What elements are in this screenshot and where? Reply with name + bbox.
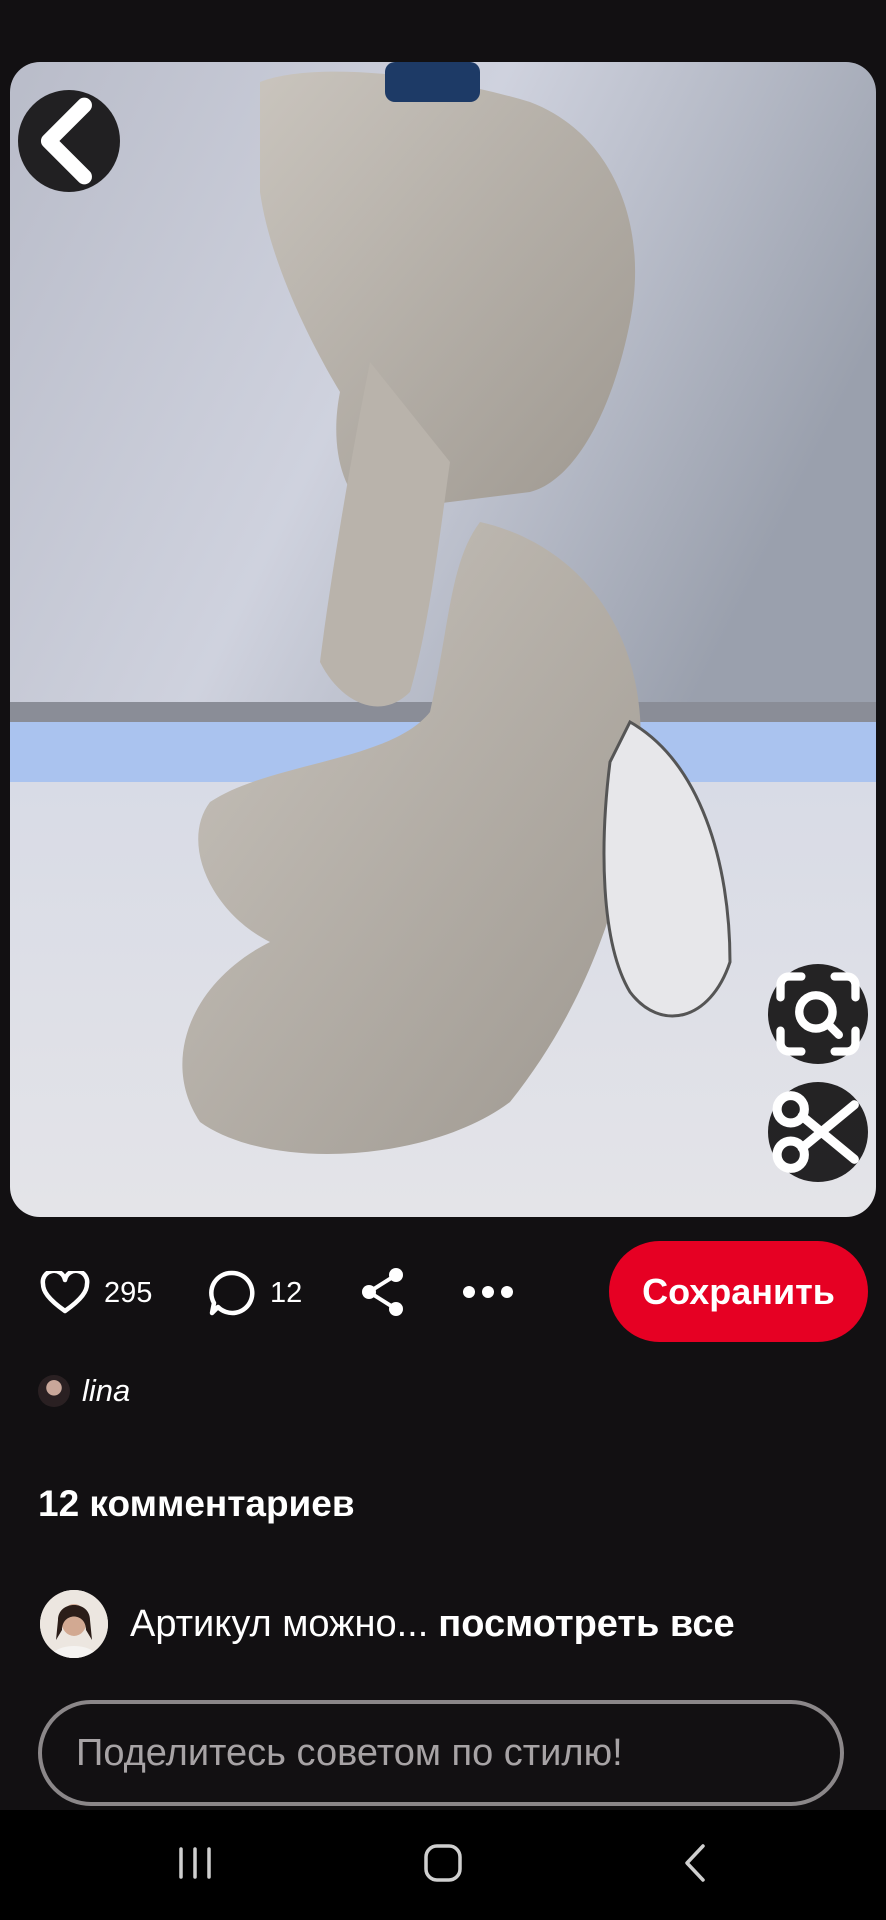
more-options-button[interactable]: [462, 1280, 514, 1304]
recents-icon: [179, 1846, 211, 1879]
save-button[interactable]: Сохранить: [609, 1241, 868, 1342]
see-all-comments-link[interactable]: посмотреть все: [438, 1603, 734, 1646]
visual-search-icon: [776, 972, 860, 1056]
share-icon: [362, 1268, 403, 1316]
comment-count: 12: [270, 1276, 303, 1309]
pin-photo: [10, 62, 876, 1217]
scissors-icon: [772, 1091, 859, 1173]
author[interactable]: lina: [38, 1373, 130, 1409]
speech-bubble-icon: [209, 1270, 255, 1316]
author-name: lina: [82, 1373, 131, 1408]
share-button[interactable]: [360, 1266, 406, 1318]
author-avatar: [38, 1375, 70, 1407]
comment-preview[interactable]: Артикул можно... посмотреть все: [40, 1590, 735, 1658]
system-back-button[interactable]: [665, 1835, 725, 1890]
comments-title: 12 комментариев: [38, 1483, 355, 1524]
cutout-button[interactable]: [768, 1082, 868, 1182]
visual-search-button[interactable]: [768, 964, 868, 1064]
comment-text: Артикул можно...: [130, 1602, 429, 1645]
comment-button[interactable]: 12: [208, 1265, 302, 1321]
heart-icon: [40, 1271, 90, 1314]
commenter-avatar: [40, 1590, 108, 1658]
pin-image[interactable]: [10, 62, 876, 1217]
like-count: 295: [104, 1276, 153, 1309]
back-button[interactable]: [18, 90, 120, 192]
style-tip-input[interactable]: Поделитесь советом по стилю!: [38, 1700, 844, 1806]
recents-button[interactable]: [165, 1835, 225, 1890]
home-button[interactable]: [413, 1835, 473, 1890]
like-button[interactable]: 295: [40, 1265, 152, 1321]
home-icon: [424, 1843, 462, 1882]
back-arrow-icon: [685, 1843, 705, 1882]
input-placeholder: Поделитесь советом по стилю!: [76, 1731, 623, 1774]
more-horizontal-icon: [463, 1286, 513, 1298]
chevron-left-icon: [40, 97, 92, 185]
